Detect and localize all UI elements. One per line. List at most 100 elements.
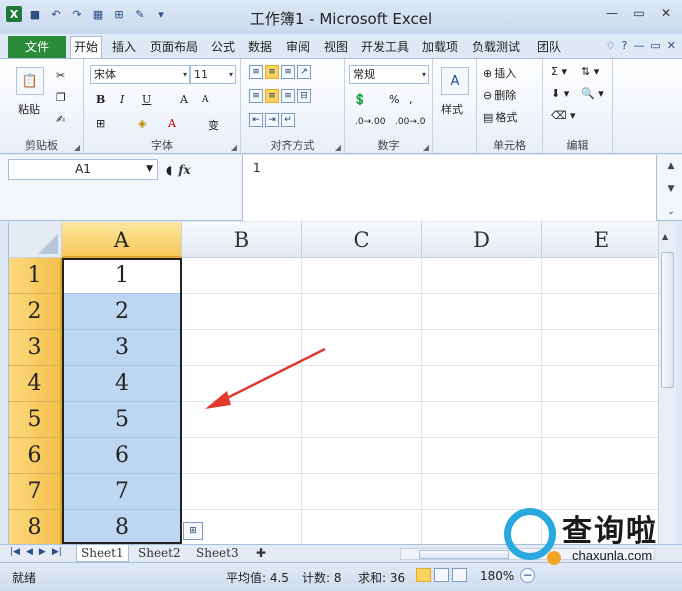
format-cells-button[interactable]: ▤ 格式 (483, 109, 517, 125)
grow-font-button[interactable]: A (180, 93, 188, 106)
cell-a1[interactable]: 1 (62, 258, 182, 294)
shrink-font-button[interactable]: A (202, 95, 209, 105)
cell-a8[interactable]: 8 (62, 510, 182, 544)
expand-icon[interactable]: ◖ (166, 163, 172, 177)
fill-icon[interactable]: ⬇ ▾ (551, 87, 569, 100)
row-header-5[interactable]: 5 (9, 402, 62, 438)
increase-decimal-icon[interactable]: .0→.00 (355, 117, 385, 127)
tab-review[interactable]: 审阅 (286, 38, 310, 58)
empty-cell[interactable] (182, 474, 302, 510)
empty-cell[interactable] (542, 258, 658, 294)
align-left-icon[interactable]: ≡ (249, 89, 263, 103)
doc-minimize-icon[interactable]: — (633, 39, 644, 52)
empty-cell[interactable] (422, 438, 542, 474)
empty-cell[interactable] (182, 294, 302, 330)
autosum-icon[interactable]: Σ ▾ (551, 65, 567, 78)
tab-addins[interactable]: 加载项 (422, 38, 458, 58)
select-all-button[interactable] (9, 222, 62, 258)
fill-color-icon[interactable]: ◈ (138, 117, 146, 130)
bold-button[interactable]: B (96, 93, 105, 106)
tab-developer[interactable]: 开发工具 (361, 38, 409, 58)
align-center-icon[interactable]: ≡ (265, 89, 279, 103)
borders-icon[interactable]: ⊞ (96, 117, 105, 130)
number-format-combo[interactable]: 常规 ▾ (349, 65, 429, 84)
row-header-4[interactable]: 4 (9, 366, 62, 402)
row-header-3[interactable]: 3 (9, 330, 62, 366)
find-select-icon[interactable]: 🔍 ▾ (581, 87, 604, 100)
vertical-scroll-thumb[interactable] (661, 252, 674, 388)
empty-cell[interactable] (302, 438, 422, 474)
tab-view[interactable]: 视图 (324, 38, 348, 58)
phonetic-button[interactable]: 变 (208, 117, 219, 133)
clear-icon[interactable]: ⌫ ▾ (551, 109, 576, 122)
paste-icon[interactable]: 📋 (16, 67, 44, 95)
row-header-8[interactable]: 8 (9, 510, 62, 544)
align-middle-icon[interactable]: ≡ (265, 65, 279, 79)
align-top-icon[interactable]: ≡ (249, 65, 263, 79)
scroll-down-icon[interactable]: ▼ (668, 184, 675, 194)
font-color-button[interactable]: A (168, 117, 176, 130)
row-header-7[interactable]: 7 (9, 474, 62, 510)
dialog-launcher-icon[interactable]: ◢ (74, 143, 80, 152)
wrap-text-icon[interactable]: ↵ (281, 113, 295, 127)
percent-button[interactable]: % (389, 93, 399, 106)
help-icon[interactable]: ? (622, 39, 628, 52)
font-name-combo[interactable]: 宋体 ▾ (90, 65, 190, 84)
tab-home[interactable]: 开始 (70, 36, 103, 58)
align-right-icon[interactable]: ≡ (281, 89, 295, 103)
orientation-icon[interactable]: ↗ (297, 65, 311, 79)
cell-a4[interactable]: 4 (62, 366, 182, 402)
row-header-1[interactable]: 1 (9, 258, 62, 294)
close-icon[interactable]: ✕ (654, 4, 678, 22)
minimize-icon[interactable]: — (600, 4, 624, 22)
cell-a5[interactable]: 5 (62, 402, 182, 438)
page-layout-view-icon[interactable] (434, 568, 449, 582)
currency-icon[interactable]: 💲 (353, 93, 367, 106)
italic-button[interactable]: I (120, 93, 124, 106)
styles-icon[interactable]: A (441, 67, 469, 95)
empty-cell[interactable] (182, 258, 302, 294)
row-header-6[interactable]: 6 (9, 438, 62, 474)
name-box[interactable]: A1 ▼ (8, 159, 158, 180)
decrease-indent-icon[interactable]: ⇤ (249, 113, 263, 127)
sheet-tab-2[interactable]: Sheet2 (134, 545, 185, 562)
last-sheet-icon[interactable]: ▶| (52, 547, 62, 557)
scroll-up-icon[interactable]: ▲ (668, 161, 675, 171)
paste-button[interactable]: 粘贴 (18, 101, 40, 117)
horizontal-scroll-thumb[interactable] (419, 550, 509, 559)
doc-close-icon[interactable]: ✕ (667, 39, 676, 52)
page-break-view-icon[interactable] (452, 568, 467, 582)
sheet-tab-3[interactable]: Sheet3 (192, 545, 243, 562)
next-sheet-icon[interactable]: ▶ (39, 547, 46, 557)
empty-cell[interactable] (422, 402, 542, 438)
empty-cell[interactable] (422, 330, 542, 366)
empty-cell[interactable] (542, 438, 658, 474)
empty-cell[interactable] (542, 294, 658, 330)
empty-cell[interactable] (542, 366, 658, 402)
empty-cell[interactable] (422, 294, 542, 330)
tab-team[interactable]: 团队 (537, 38, 561, 58)
quick-analysis-icon[interactable]: ⊞ (183, 522, 203, 540)
insert-cells-button[interactable]: ⊕ 插入 (483, 65, 516, 81)
underline-button[interactable]: U (142, 93, 151, 106)
cell-a3[interactable]: 3 (62, 330, 182, 366)
collapse-icon[interactable]: ⌄ (667, 207, 675, 217)
delete-cells-button[interactable]: ⊖ 删除 (483, 87, 516, 103)
tab-insert[interactable]: 插入 (112, 38, 136, 58)
empty-cell[interactable] (182, 438, 302, 474)
format-painter-icon[interactable]: ✍ (56, 113, 65, 126)
tab-page-layout[interactable]: 页面布局 (150, 38, 198, 58)
tab-load-test[interactable]: 负载测试 (472, 38, 520, 58)
cell-a7[interactable]: 7 (62, 474, 182, 510)
align-bottom-icon[interactable]: ≡ (281, 65, 295, 79)
empty-cell[interactable] (302, 474, 422, 510)
formula-input[interactable]: 1 (242, 155, 657, 221)
empty-cell[interactable] (422, 258, 542, 294)
empty-cell[interactable] (302, 510, 422, 544)
row-header-2[interactable]: 2 (9, 294, 62, 330)
empty-cell[interactable] (422, 366, 542, 402)
merge-center-icon[interactable]: ⊟ (297, 89, 311, 103)
maximize-icon[interactable]: ▭ (627, 4, 651, 22)
font-launcher-icon[interactable]: ◢ (231, 143, 237, 152)
insert-function-button[interactable]: fx (178, 163, 190, 177)
